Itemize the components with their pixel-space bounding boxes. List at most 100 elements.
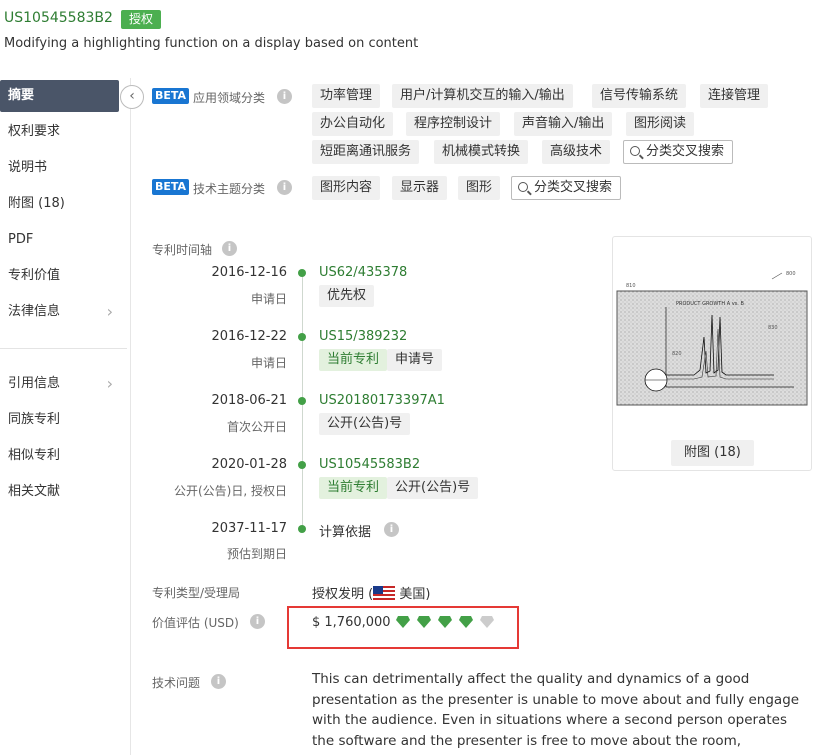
drawing-title: PRODUCT GROWTH A vs. B bbox=[676, 301, 744, 307]
sidebar-item-related-docs[interactable]: 相关文献 bbox=[0, 476, 119, 508]
paren-close: ) bbox=[425, 587, 431, 602]
timeline-dot bbox=[298, 397, 306, 405]
search-icon bbox=[630, 146, 640, 156]
drawing-card[interactable]: PRODUCT GROWTH A vs. B 800 810 830 820 附… bbox=[612, 236, 812, 471]
country-name: 美国 bbox=[399, 587, 426, 602]
tech-tag[interactable]: 图形 bbox=[458, 176, 501, 200]
timeline-date-type: 预估到期日 bbox=[226, 547, 287, 561]
search-icon bbox=[518, 182, 528, 192]
tech-problem-text: This can detrimentally affect the qualit… bbox=[312, 671, 800, 755]
sidebar-item-label: 权利要求 bbox=[8, 124, 61, 139]
tech-tag[interactable]: 显示器 bbox=[392, 176, 448, 200]
application-tag[interactable]: 高级技术 bbox=[542, 140, 611, 164]
timeline-dot bbox=[298, 269, 306, 277]
diamond-icon bbox=[459, 616, 473, 628]
diamond-icon bbox=[438, 616, 452, 628]
diamond-icon bbox=[417, 616, 431, 628]
patent-drawing-thumbnail[interactable]: PRODUCT GROWTH A vs. B 800 810 830 820 bbox=[616, 267, 810, 413]
drawing-ref-label: 830 bbox=[768, 325, 778, 331]
info-icon[interactable]: i bbox=[384, 522, 399, 537]
patent-title: Modifying a highlighting function on a d… bbox=[4, 36, 419, 51]
patent-type-label: 专利类型/受理局 bbox=[152, 586, 241, 600]
patent-header: US10545583B2 授权 Modifying a highlighting… bbox=[0, 0, 836, 62]
cross-search-button[interactable]: 分类交叉搜索 bbox=[511, 176, 622, 200]
timeline-tag: 申请号 bbox=[387, 349, 443, 371]
sidebar-item-claims[interactable]: 权利要求 bbox=[0, 116, 119, 148]
application-tag[interactable]: 信号传输系统 bbox=[592, 84, 687, 108]
timeline-link[interactable]: US20180173397A1 bbox=[319, 393, 445, 408]
drawing-ref-label: 800 bbox=[786, 271, 796, 277]
valuation-value: $ 1,760,000 bbox=[312, 615, 391, 630]
us-flag-icon bbox=[373, 586, 396, 600]
sidebar-item-label: 同族专利 bbox=[8, 412, 61, 427]
timeline-date: 2016-12-22 bbox=[211, 329, 287, 344]
info-icon[interactable]: i bbox=[250, 614, 265, 629]
current-patent-tag: 当前专利 bbox=[319, 349, 388, 371]
sidebar-item-label: 摘要 bbox=[8, 88, 35, 103]
sidebar-item-pdf[interactable]: PDF bbox=[0, 224, 119, 256]
timeline-date-type: 首次公开日 bbox=[226, 420, 287, 434]
timeline-dot bbox=[298, 461, 306, 469]
sidebar-item-label: 附图 (18) bbox=[8, 196, 65, 211]
timeline-link[interactable]: US62/435378 bbox=[319, 265, 407, 280]
timeline-date-type: 申请日 bbox=[250, 356, 287, 370]
info-icon[interactable]: i bbox=[277, 89, 292, 104]
timeline-link[interactable]: US10545583B2 bbox=[319, 457, 420, 472]
sidebar-item-label: 相关文献 bbox=[8, 484, 61, 499]
sidebar-item-label: 说明书 bbox=[8, 160, 48, 175]
sidebar-item-similar[interactable]: 相似专利 bbox=[0, 440, 119, 472]
timeline-date: 2020-01-28 bbox=[211, 457, 287, 472]
beta-badge: BETA bbox=[152, 179, 190, 195]
application-tag[interactable]: 程序控制设计 bbox=[406, 112, 501, 136]
chevron-right-icon: › bbox=[106, 374, 113, 393]
sidebar-item-abstract[interactable]: 摘要 bbox=[0, 80, 119, 112]
application-field-label: 应用领域分类 bbox=[193, 91, 266, 105]
application-tag[interactable]: 图形阅读 bbox=[626, 112, 695, 136]
valuation-label: 价值评估 (USD) bbox=[152, 616, 239, 630]
drawing-ref-label: 810 bbox=[626, 283, 636, 289]
application-tag[interactable]: 机械模式转换 bbox=[434, 140, 529, 164]
sidebar-item-label: 引用信息 bbox=[8, 376, 61, 391]
tech-problem-label: 技术问题 bbox=[152, 676, 201, 690]
patent-type-text: 授权发明 bbox=[312, 587, 365, 602]
application-tag[interactable]: 功率管理 bbox=[312, 84, 381, 108]
sidebar-divider bbox=[0, 348, 127, 349]
sidebar-item-patent-value[interactable]: 专利价值 bbox=[0, 260, 119, 292]
application-tag[interactable]: 连接管理 bbox=[700, 84, 769, 108]
timeline-dot bbox=[298, 333, 306, 341]
application-tag[interactable]: 办公自动化 bbox=[312, 112, 394, 136]
beta-badge: BETA bbox=[152, 88, 190, 104]
timeline-dot bbox=[298, 525, 306, 533]
application-tag[interactable]: 用户/计算机交互的输入/输出 bbox=[392, 84, 573, 108]
patent-type-value: 授权发明 ( 美国) bbox=[312, 583, 430, 602]
application-tag[interactable]: 声音输入/输出 bbox=[514, 112, 613, 136]
timeline-tag: 公开(公告)号 bbox=[319, 413, 411, 435]
diamond-icon bbox=[396, 616, 410, 628]
info-icon[interactable]: i bbox=[211, 674, 226, 689]
cross-search-button[interactable]: 分类交叉搜索 bbox=[623, 140, 734, 164]
info-icon[interactable]: i bbox=[277, 180, 292, 195]
patent-number[interactable]: US10545583B2 bbox=[4, 10, 113, 26]
sidebar-item-family[interactable]: 同族专利 bbox=[0, 404, 119, 436]
sidebar-item-label: PDF bbox=[8, 232, 34, 247]
tech-tag[interactable]: 图形内容 bbox=[312, 176, 381, 200]
info-icon[interactable]: i bbox=[222, 241, 237, 256]
sidebar-item-citations[interactable]: 引用信息 › bbox=[0, 368, 119, 400]
collapse-sidebar-button[interactable]: ‹ bbox=[120, 85, 144, 109]
sidebar-nav: 摘要 权利要求 说明书 附图 (18) PDF 专利价值 法律信息 › 引用信息 ›… bbox=[0, 78, 131, 755]
sidebar-item-description[interactable]: 说明书 bbox=[0, 152, 119, 184]
timeline-tag: 公开(公告)号 bbox=[387, 477, 479, 499]
diamond-icon bbox=[480, 616, 494, 628]
status-badge: 授权 bbox=[121, 10, 162, 29]
application-tag[interactable]: 短距离通讯服务 bbox=[312, 140, 420, 164]
timeline-date-type: 公开(公告)日, 授权日 bbox=[174, 484, 287, 498]
timeline-link[interactable]: US15/389232 bbox=[319, 329, 407, 344]
timeline-label: 专利时间轴 bbox=[152, 243, 213, 257]
timeline-date: 2016-12-16 bbox=[211, 265, 287, 280]
sidebar-item-legal-info[interactable]: 法律信息 › bbox=[0, 296, 119, 328]
sidebar-item-label: 专利价值 bbox=[8, 268, 61, 283]
sidebar-item-drawings[interactable]: 附图 (18) bbox=[0, 188, 119, 220]
cross-search-label: 分类交叉搜索 bbox=[534, 180, 613, 195]
timeline-date: 2018-06-21 bbox=[211, 393, 287, 408]
drawings-button[interactable]: 附图 (18) bbox=[671, 440, 754, 466]
